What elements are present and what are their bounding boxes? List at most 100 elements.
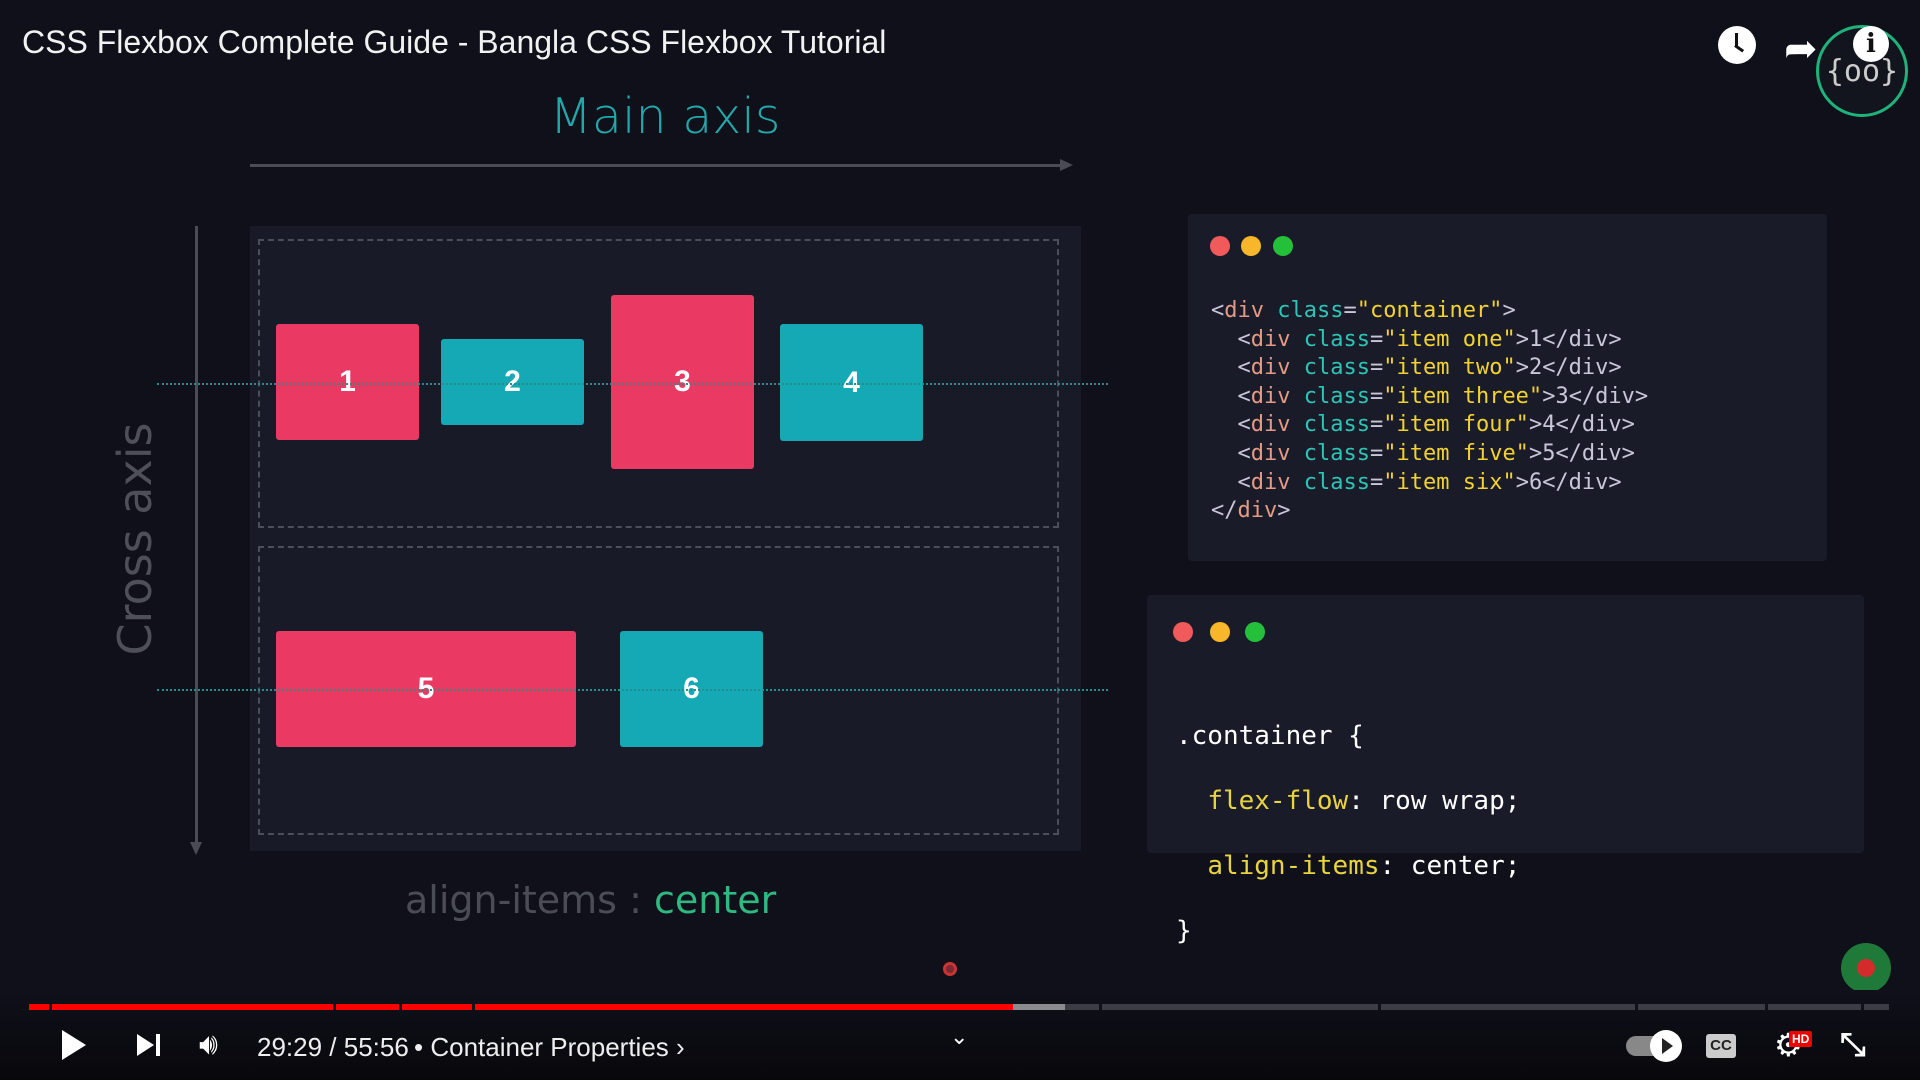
code-token: </div> [1555, 440, 1635, 466]
watch-later-icon[interactable] [1718, 26, 1756, 64]
window-close-dot [1173, 622, 1193, 642]
code-token: 4 [1542, 412, 1556, 438]
chapter-title: • Container Properties [414, 1032, 669, 1062]
code-token: div [1250, 412, 1291, 438]
code-token: > [1515, 326, 1529, 352]
code-token: > [1502, 298, 1516, 323]
css-code: .container { flex-flow: row wrap; align-… [1176, 687, 1520, 980]
code-line: <div class="item six">6</div> [1211, 469, 1648, 498]
code-token: 6 [1528, 469, 1543, 495]
hd-badge: HD [1789, 1031, 1813, 1047]
window-maximize-dot [1245, 622, 1265, 642]
code-token: "item one" [1383, 326, 1516, 352]
code-token: "item four" [1383, 412, 1529, 438]
code-token: > [1528, 412, 1543, 438]
code-token: div [1250, 383, 1291, 409]
code-token: "item six" [1383, 469, 1516, 495]
code-token: = [1343, 298, 1357, 323]
next-icon[interactable] [137, 1034, 154, 1056]
html-code: <div class="container"> <div class="item… [1211, 297, 1648, 526]
code-token: > [1515, 469, 1529, 495]
window-minimize-dot [1210, 622, 1230, 642]
flex-item-3: 3 [611, 295, 754, 469]
code-token: div [1237, 498, 1278, 524]
info-icon[interactable]: i [1853, 26, 1889, 62]
code-token: </ [1211, 498, 1238, 524]
video-title[interactable]: CSS Flexbox Complete Guide - Bangla CSS … [22, 24, 886, 61]
cursor-marker [943, 962, 957, 976]
code-token: = [1369, 326, 1384, 352]
window-close-dot [1210, 236, 1230, 256]
code-token: </div> [1568, 383, 1649, 409]
code-token: div [1250, 355, 1291, 381]
css-property: align-items [1207, 850, 1380, 881]
code-token: < [1211, 298, 1225, 323]
code-token: div [1224, 298, 1264, 323]
code-token: class [1290, 440, 1370, 466]
code-token: class [1290, 412, 1370, 438]
chevron-down-icon[interactable]: ⌄ [950, 1024, 968, 1050]
code-token: < [1211, 440, 1251, 466]
css-close: } [1176, 915, 1192, 946]
css-selector: .container { [1176, 720, 1364, 751]
window-maximize-dot [1273, 236, 1293, 256]
autoplay-toggle[interactable] [1626, 1030, 1682, 1062]
css-value: : center; [1379, 850, 1521, 881]
code-token: div [1250, 440, 1291, 466]
progress-bar[interactable] [29, 1004, 1889, 1010]
code-token: < [1211, 412, 1251, 438]
caption-value: center [653, 878, 777, 922]
code-token: class [1264, 298, 1344, 323]
code-line: <div class="item one">1</div> [1211, 326, 1648, 355]
progress-played [29, 1004, 1013, 1010]
code-token: </div> [1542, 326, 1622, 352]
chapter-button[interactable]: • Container Properties › [414, 1032, 685, 1063]
code-token: class [1290, 469, 1370, 495]
code-token: 3 [1555, 383, 1569, 409]
code-token: "item three" [1383, 383, 1543, 409]
code-token: < [1211, 355, 1251, 381]
caption-separator: : [629, 878, 642, 922]
recording-indicator-icon [1841, 943, 1891, 993]
cc-button[interactable]: CC [1706, 1034, 1736, 1058]
css-property: flex-flow [1207, 785, 1349, 816]
arrow-head-right-icon [1060, 159, 1073, 171]
code-token: </div> [1542, 355, 1622, 381]
code-token: div [1250, 469, 1291, 495]
code-line: <div class="item two">2</div> [1211, 354, 1648, 383]
code-token: = [1369, 383, 1384, 409]
chevron-right-icon: › [676, 1032, 685, 1062]
code-token: class [1290, 383, 1370, 409]
caption: align-items : center [405, 878, 776, 922]
code-token: = [1369, 355, 1384, 381]
code-token: = [1369, 440, 1384, 466]
code-token: class [1290, 355, 1370, 381]
play-icon[interactable] [62, 1030, 86, 1060]
cross-axis-label: Cross axis [108, 422, 162, 656]
code-token: < [1211, 469, 1251, 495]
flex-item-1: 1 [276, 324, 419, 440]
time-display: 29:29 / 55:56 [257, 1032, 409, 1062]
volume-icon[interactable]: 🔊︎ [199, 1028, 218, 1062]
code-token: < [1211, 326, 1251, 352]
exit-fullscreen-icon[interactable]: ⤡ [1840, 1026, 1866, 1064]
code-token: 5 [1542, 440, 1556, 466]
code-token: = [1369, 469, 1384, 495]
code-line: <div class="container"> [1211, 297, 1648, 326]
code-token: 1 [1528, 326, 1543, 352]
main-axis-label: Main axis [549, 88, 781, 145]
code-token: = [1369, 412, 1384, 438]
cross-axis-arrow [195, 226, 198, 846]
code-line: </div> [1211, 497, 1648, 526]
share-icon[interactable]: ➦ [1784, 26, 1818, 72]
code-line: <div class="item five">5</div> [1211, 440, 1648, 469]
code-token: class [1290, 326, 1370, 352]
center-line-1 [157, 383, 1108, 385]
code-token: < [1211, 383, 1251, 409]
code-token: > [1528, 440, 1543, 466]
code-token: > [1515, 355, 1529, 381]
code-token: </div> [1542, 469, 1622, 495]
main-axis-arrow [250, 164, 1065, 167]
code-token: "item five" [1383, 440, 1529, 466]
code-token: "item two" [1383, 355, 1516, 381]
